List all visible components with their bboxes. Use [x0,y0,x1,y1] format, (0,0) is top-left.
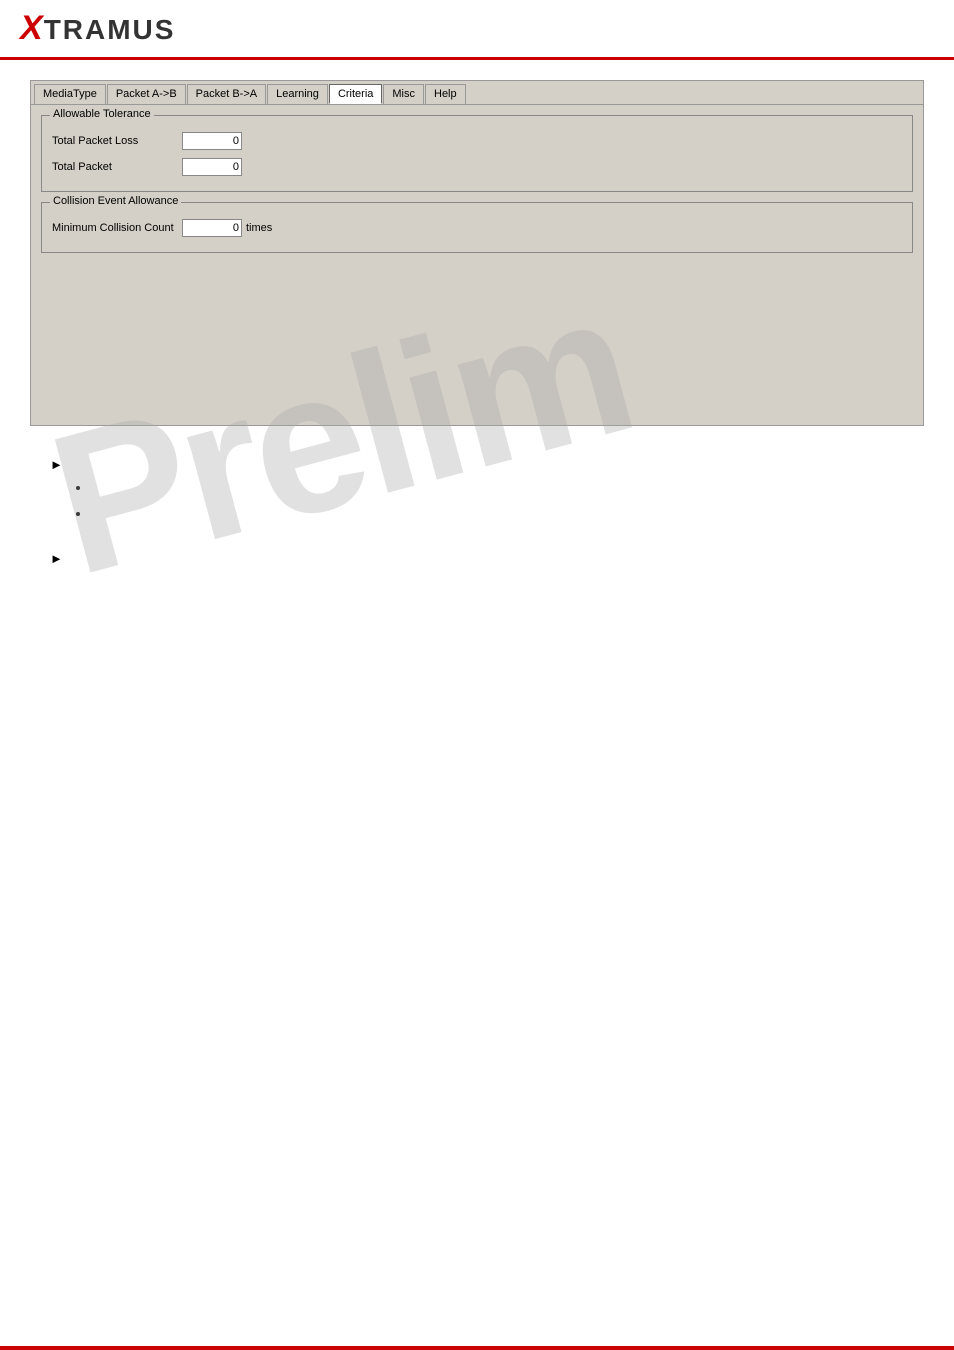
tab-panel: MediaType Packet A->B Packet B->A Learni… [30,80,924,426]
total-packet-row: Total Packet [52,158,902,176]
arrow-symbol-1: ► [50,457,63,472]
total-packet-loss-label: Total Packet Loss [52,135,182,147]
tab-mediatype[interactable]: MediaType [34,84,106,104]
total-packet-loss-row: Total Packet Loss [52,132,902,150]
logo-x: X [20,9,44,47]
bullet-list-1 [90,480,904,520]
minimum-collision-input[interactable] [182,219,242,237]
bullets-section: ► ► [30,446,924,584]
header: XTRAMUS [0,0,954,60]
collision-event-title: Collision Event Allowance [50,195,181,207]
times-suffix: times [246,222,272,234]
tab-packet-ab[interactable]: Packet A->B [107,84,186,104]
total-packet-input[interactable] [182,158,242,176]
collision-event-group: Collision Event Allowance Minimum Collis… [41,202,913,253]
total-packet-label: Total Packet [52,161,182,173]
tab-packet-ba[interactable]: Packet B->A [187,84,266,104]
tab-bar: MediaType Packet A->B Packet B->A Learni… [31,81,923,105]
tab-help[interactable]: Help [425,84,466,104]
arrow-symbol-2: ► [50,551,63,566]
tab-learning[interactable]: Learning [267,84,328,104]
arrow-item-2: ► [50,550,904,566]
criteria-tab-content: Allowable Tolerance Total Packet Loss To… [31,105,923,425]
footer-line [0,1346,954,1350]
logo: XTRAMUS [20,9,175,48]
arrow-item-1: ► [50,456,904,472]
allowable-tolerance-title: Allowable Tolerance [50,108,154,120]
tab-misc[interactable]: Misc [383,84,424,104]
minimum-collision-row: Minimum Collision Count times [52,219,902,237]
logo-tramus: TRAMUS [44,14,176,45]
bullet-item-1 [90,480,904,494]
allowable-tolerance-group: Allowable Tolerance Total Packet Loss To… [41,115,913,192]
tab-criteria[interactable]: Criteria [329,84,382,104]
minimum-collision-label: Minimum Collision Count [52,222,182,234]
total-packet-loss-input[interactable] [182,132,242,150]
bullet-item-2 [90,506,904,520]
main-content: MediaType Packet A->B Packet B->A Learni… [0,60,954,604]
